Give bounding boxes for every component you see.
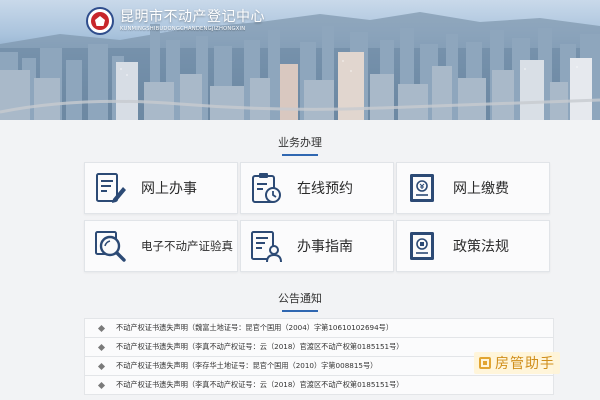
card-label: 政策法规 [453, 239, 509, 255]
watermark-badge: 房管助手 [474, 352, 560, 374]
bullet-diamond-icon [97, 381, 106, 389]
e-certificate-verify-button[interactable]: 电子不动产证验真 [84, 220, 238, 272]
card-label: 网上办事 [141, 181, 197, 197]
payment-document-icon [410, 174, 434, 202]
service-guide-button[interactable]: 办事指南 [240, 220, 394, 272]
guide-user-icon [251, 231, 282, 263]
header-banner: 昆明市不动产登记中心 KUNMINGSHIBUDONGCHANDENGJIZHO… [0, 0, 600, 120]
notice-item[interactable]: 不动产权证书遗失声明（李真不动产权证号：云（2018）官渡区不动产权第01851… [84, 375, 554, 395]
watermark-logo-icon [479, 357, 491, 369]
notice-text: 不动产权证书遗失声明（李真不动产权证号：云（2018）官渡区不动产权第01851… [116, 380, 404, 389]
notice-text: 不动产权证书遗失声明（李存华土地证号：昆官个国用（2010）字第008815号） [116, 361, 378, 370]
policy-book-icon [410, 232, 434, 260]
card-label: 办事指南 [297, 239, 353, 255]
notice-text: 不动产权证书遗失声明（魏富土地证号：昆官个国用（2004）字第106101026… [116, 323, 394, 332]
services-grid: 网上办事 在线预约 网上缴费 电子不动产证验真 办事指南 政策法规 [84, 162, 550, 274]
notice-item[interactable]: 不动产权证书遗失声明（魏富土地证号：昆官个国用（2004）字第106101026… [84, 318, 554, 338]
online-payment-button[interactable]: 网上缴费 [396, 162, 550, 214]
bullet-diamond-icon [97, 362, 106, 370]
section-underline [282, 310, 318, 312]
magnifier-document-icon [95, 231, 126, 262]
card-label: 电子不动产证验真 [141, 239, 233, 253]
document-edit-icon [96, 173, 126, 203]
bullet-diamond-icon [97, 343, 106, 351]
online-service-button[interactable]: 网上办事 [84, 162, 238, 214]
bullet-diamond-icon [97, 324, 106, 332]
site-title: 昆明市不动产登记中心 [120, 8, 265, 25]
notice-text: 不动产权证书遗失声明（李真不动产权证号：云（2018）官渡区不动产权第01851… [116, 342, 404, 351]
site-subtitle: KUNMINGSHIBUDONGCHANDENGJIZHONGXIN [120, 25, 246, 32]
card-label: 网上缴费 [453, 181, 509, 197]
notices-section-title: 公告通知 [0, 290, 600, 312]
section-underline [282, 154, 318, 156]
online-appointment-button[interactable]: 在线预约 [240, 162, 394, 214]
policy-regulations-button[interactable]: 政策法规 [396, 220, 550, 272]
watermark-text: 房管助手 [495, 356, 555, 372]
card-label: 在线预约 [297, 181, 353, 197]
services-section-title: 业务办理 [0, 134, 600, 156]
red-emblem-icon [86, 7, 114, 35]
clipboard-clock-icon [252, 173, 281, 203]
site-brand[interactable]: 昆明市不动产登记中心 KUNMINGSHIBUDONGCHANDENGJIZHO… [86, 6, 265, 36]
